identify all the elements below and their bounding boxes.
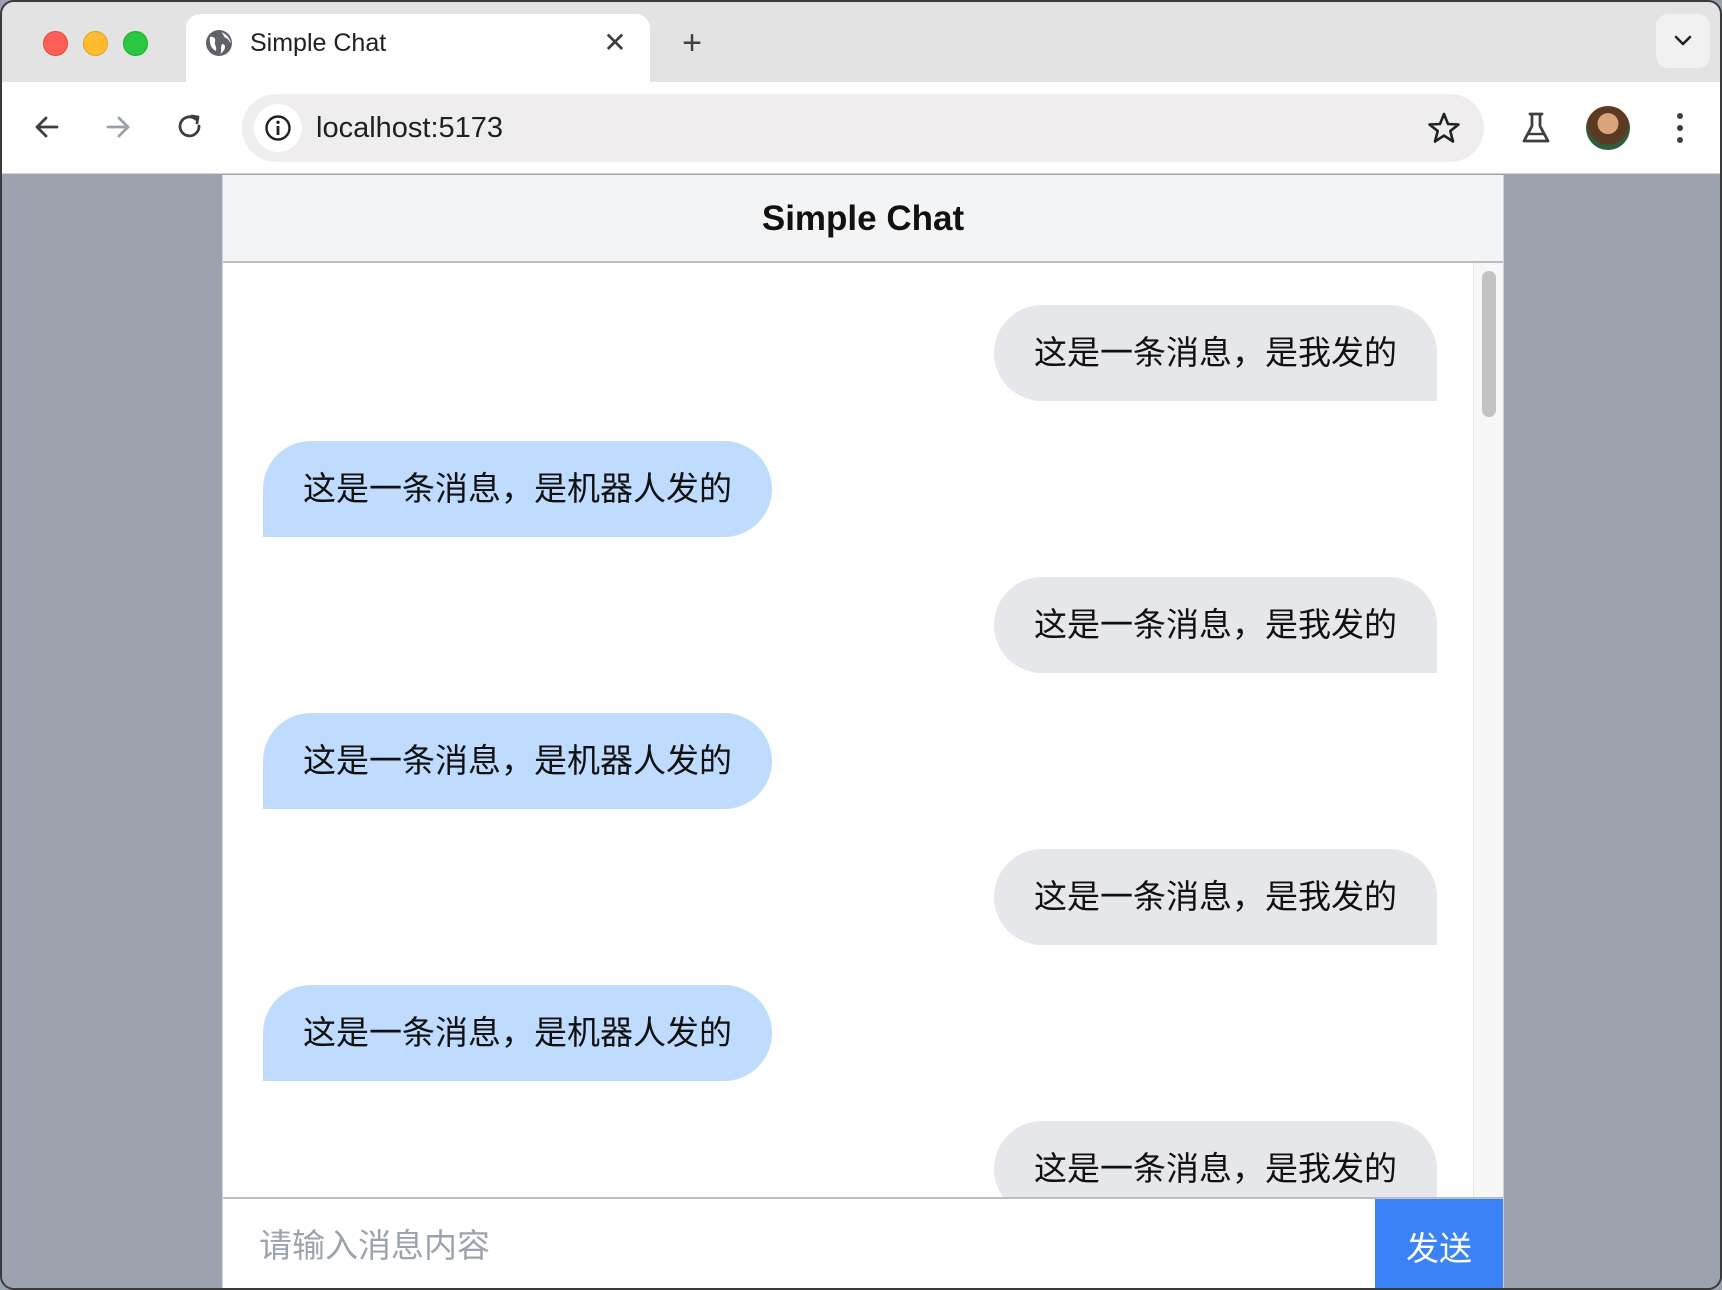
message-composer: 发送 xyxy=(223,1197,1503,1288)
browser-menu-button[interactable] xyxy=(1656,104,1704,152)
close-window-button[interactable] xyxy=(43,31,68,56)
message-scrollbar[interactable] xyxy=(1473,263,1503,1199)
back-arrow-icon xyxy=(35,116,59,138)
chevron-down-icon xyxy=(1674,35,1692,46)
message-bubble-user: 这是一条消息，是我发的 xyxy=(994,849,1437,945)
star-icon xyxy=(1428,112,1460,143)
bookmark-button[interactable] xyxy=(1422,106,1466,150)
zoom-window-button[interactable] xyxy=(123,31,148,56)
tab-close-icon[interactable]: ✕ xyxy=(598,26,632,60)
browser-window: Simple Chat ✕ + localhost:5173 Simple Ch… xyxy=(0,0,1722,1290)
reload-icon xyxy=(178,114,201,138)
chat-header: Simple Chat xyxy=(223,175,1503,263)
url-text[interactable]: localhost:5173 xyxy=(316,111,503,145)
labs-button[interactable] xyxy=(1512,104,1560,152)
message-bubble-bot: 这是一条消息，是机器人发的 xyxy=(263,985,772,1081)
scrollbar-thumb[interactable] xyxy=(1482,271,1496,417)
tab-search-button[interactable] xyxy=(1656,14,1710,68)
profile-avatar[interactable] xyxy=(1586,106,1630,150)
chat-container: Simple Chat 这是一条消息，是我发的 这是一条消息，是机器人发的 这是… xyxy=(222,175,1504,1288)
message-bubble-bot: 这是一条消息，是机器人发的 xyxy=(263,441,772,537)
message-bubble-user: 这是一条消息，是我发的 xyxy=(994,1121,1437,1199)
chat-title: Simple Chat xyxy=(761,199,965,238)
flask-icon xyxy=(1522,112,1550,143)
site-info-button[interactable] xyxy=(254,104,302,152)
message-bubble-user: 这是一条消息，是我发的 xyxy=(994,577,1437,673)
message-bubble-bot: 这是一条消息，是机器人发的 xyxy=(263,713,772,809)
reload-button[interactable] xyxy=(167,104,213,150)
tab-simple-chat[interactable]: Simple Chat ✕ xyxy=(186,14,650,82)
back-button[interactable] xyxy=(24,104,70,150)
forward-arrow-icon xyxy=(106,116,130,138)
minimize-window-button[interactable] xyxy=(83,31,108,56)
address-bar[interactable]: localhost:5173 xyxy=(242,94,1484,162)
browser-toolbar: localhost:5173 xyxy=(2,82,1720,174)
tab-strip: Simple Chat ✕ + xyxy=(2,2,1720,82)
message-list[interactable]: 这是一条消息，是我发的 这是一条消息，是机器人发的 这是一条消息，是我发的 这是… xyxy=(223,263,1475,1199)
globe-icon xyxy=(206,30,232,56)
forward-button[interactable] xyxy=(95,104,141,150)
message-bubble-user: 这是一条消息，是我发的 xyxy=(994,305,1437,401)
send-button[interactable]: 发送 xyxy=(1375,1199,1503,1288)
message-input[interactable] xyxy=(223,1199,1377,1288)
info-icon xyxy=(265,115,291,141)
tab-title: Simple Chat xyxy=(250,29,387,57)
page-viewport: Simple Chat 这是一条消息，是我发的 这是一条消息，是机器人发的 这是… xyxy=(2,175,1720,1288)
new-tab-button[interactable]: + xyxy=(672,24,712,64)
more-vertical-icon xyxy=(1677,113,1683,143)
